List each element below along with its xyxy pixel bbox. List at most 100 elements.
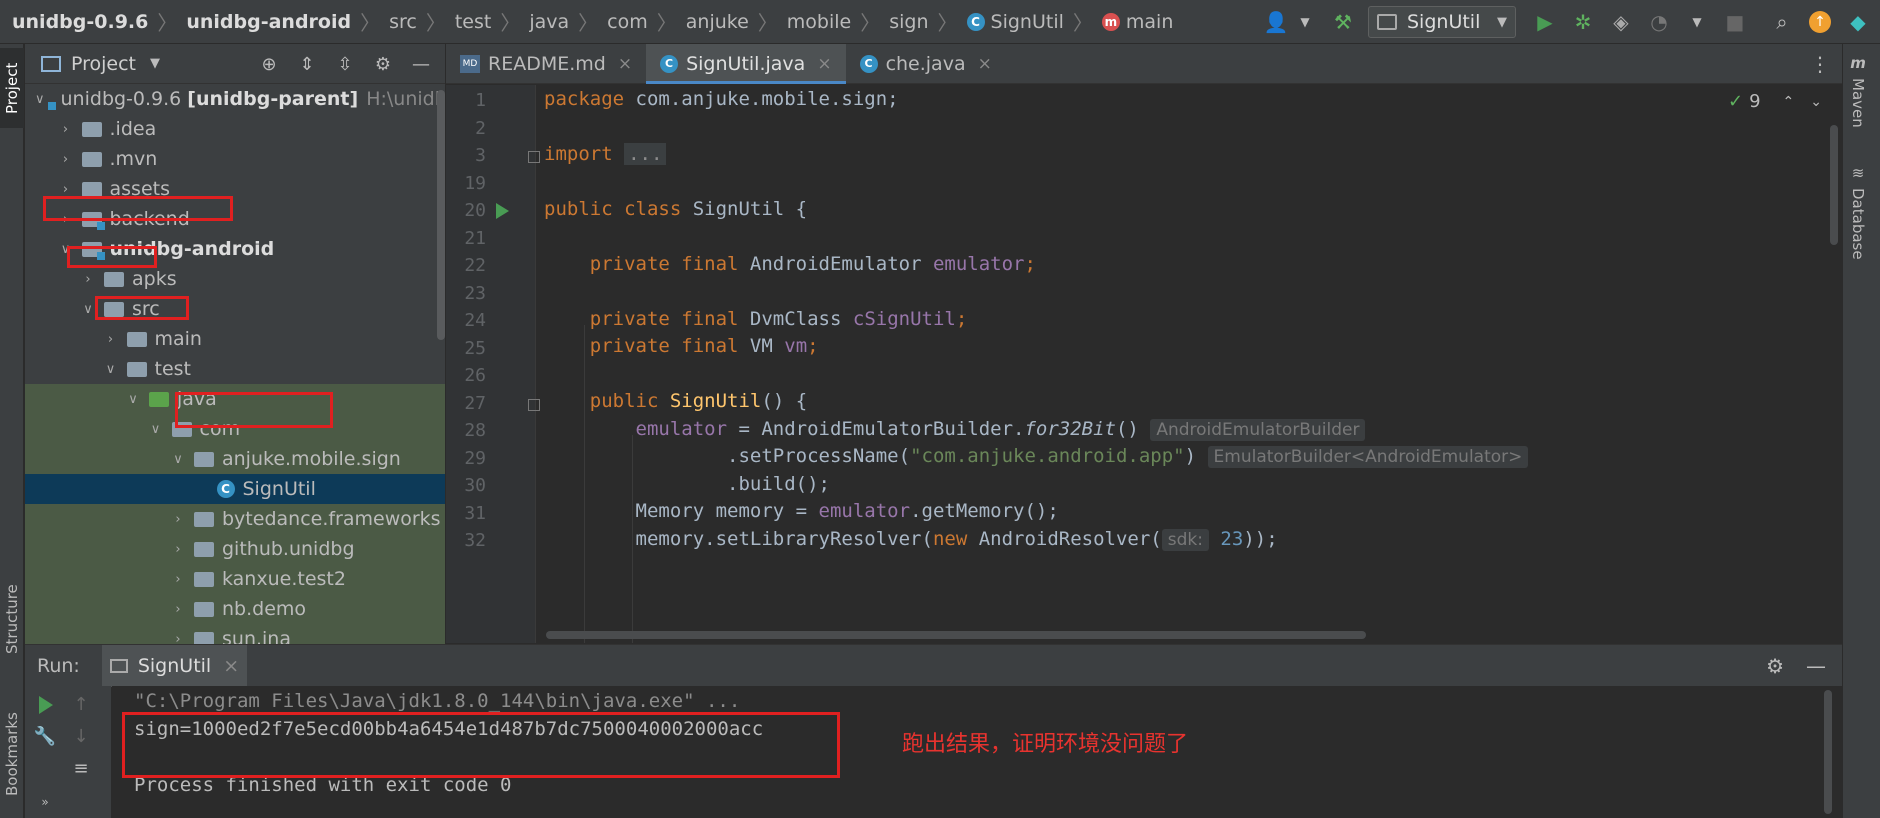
run-tab-signutil[interactable]: SignUtil × (101, 644, 248, 687)
chevron-right-icon[interactable]: › (58, 212, 74, 227)
breadcrumb-item[interactable]: com (607, 0, 648, 44)
tab-che[interactable]: C che.java × (846, 44, 1006, 84)
maven-tool-tab[interactable]: m Maven (1849, 54, 1867, 128)
chevron-down-icon[interactable]: ∨ (80, 302, 96, 317)
chevron-right-icon[interactable]: › (58, 152, 74, 167)
tree-item[interactable]: › .idea (25, 114, 445, 144)
chevron-right-icon[interactable]: › (103, 332, 119, 347)
breadcrumb-item[interactable]: C SignUtil (966, 0, 1064, 44)
chevron-right-icon[interactable]: › (170, 632, 186, 645)
stop-icon[interactable]: ■ (1721, 8, 1749, 36)
soft-wrap-icon[interactable]: ≡ (69, 756, 93, 780)
chevron-down-icon[interactable]: ∨ (125, 392, 141, 407)
breadcrumb-item[interactable]: test (455, 0, 492, 44)
chevron-right-icon[interactable]: › (170, 572, 186, 587)
wrench-icon[interactable]: 🔧 (33, 724, 57, 748)
tree-item[interactable]: ∨ com (25, 414, 445, 444)
editor-vertical-scrollbar[interactable] (1830, 125, 1838, 245)
run-configuration-select[interactable]: SignUtil ▼ (1368, 6, 1516, 38)
locate-icon[interactable]: ⊕ (257, 52, 281, 76)
chevron-down-icon[interactable]: ∨ (103, 362, 119, 377)
tab-signutil[interactable]: C SignUtil.java × (646, 44, 847, 84)
project-tool-tab[interactable]: Project (0, 48, 24, 128)
gear-icon[interactable]: ⚙ (1766, 654, 1784, 678)
collapse-all-icon[interactable]: ⇳ (333, 52, 357, 76)
profile-icon[interactable]: ◔ (1645, 8, 1673, 36)
breadcrumb-item[interactable]: src (389, 0, 417, 44)
database-tool-tab[interactable]: ≋ Database (1849, 164, 1867, 260)
tree-item[interactable]: › sun.jna (25, 624, 445, 644)
chevron-down-icon[interactable]: ∨ (35, 92, 45, 107)
run-console[interactable]: "C:\Program Files\Java\jdk1.8.0_144\bin\… (112, 686, 1832, 818)
tree-item[interactable]: › assets (25, 174, 445, 204)
tree-item[interactable]: ∨ test (25, 354, 445, 384)
chevron-down-icon[interactable]: ▼ (150, 56, 160, 71)
project-view-select[interactable]: Project (71, 53, 136, 75)
tree-item[interactable]: ∨ anjuke.mobile.sign (25, 444, 445, 474)
gear-icon[interactable]: ⚙ (371, 52, 395, 76)
minimize-icon[interactable]: — (1806, 654, 1826, 678)
chevron-right-icon[interactable]: › (58, 122, 74, 137)
build-hammer-icon[interactable]: ⚒ (1329, 8, 1357, 36)
bookmarks-tool-tab[interactable]: Bookmarks (0, 694, 24, 814)
more-icon[interactable]: » (33, 790, 57, 814)
editor-horizontal-scrollbar[interactable] (546, 631, 1366, 639)
tab-readme[interactable]: MD README.md × (446, 44, 646, 84)
chevron-right-icon[interactable]: › (80, 272, 96, 287)
tree-item[interactable]: C SignUtil (25, 474, 445, 504)
tree-item[interactable]: ∨ unidbg-0.9.6[unidbg-parent] H:\unidbg (25, 84, 445, 114)
expand-all-icon[interactable]: ⇕ (295, 52, 319, 76)
project-scrollbar[interactable] (437, 90, 445, 340)
code-editor[interactable]: 1 2 3 19 20 21 22 23 24 25 26 27 28 29 30 31 32 package … (446, 85, 1842, 643)
tree-item[interactable]: ∨ unidbg-android (25, 234, 445, 264)
chevron-right-icon[interactable]: › (170, 542, 186, 557)
tree-item[interactable]: › github.unidbg (25, 534, 445, 564)
chevron-down-icon[interactable]: ∨ (58, 242, 74, 257)
tree-item[interactable]: ∨ src (25, 294, 445, 324)
tree-item[interactable]: › kanxue.test2 (25, 564, 445, 594)
tree-item[interactable]: › apks (25, 264, 445, 294)
tree-item[interactable]: › backend (25, 204, 445, 234)
breadcrumb-item[interactable]: java (529, 0, 569, 44)
chevron-right-icon[interactable]: › (58, 182, 74, 197)
run-gutter-icon[interactable] (496, 203, 509, 219)
tree-item[interactable]: › bytedance.frameworks (25, 504, 445, 534)
fold-icon[interactable] (528, 151, 540, 163)
tree-item[interactable]: › nb.demo (25, 594, 445, 624)
chevron-down-icon[interactable]: ⌄ (1810, 94, 1822, 110)
close-icon[interactable]: × (223, 655, 239, 677)
coverage-icon[interactable]: ◈ (1607, 8, 1635, 36)
chevron-up-icon[interactable]: ⌃ (1783, 94, 1795, 110)
chevron-down-icon[interactable]: ∨ (170, 452, 186, 467)
breadcrumb-item[interactable]: anjuke (686, 0, 749, 44)
structure-tool-tab[interactable]: Structure (0, 564, 24, 674)
chevron-down-icon[interactable]: ∨ (148, 422, 164, 437)
tree-item[interactable]: ∨ java (25, 384, 445, 414)
breadcrumb-item[interactable]: sign (889, 0, 928, 44)
close-icon[interactable]: × (817, 54, 831, 74)
minimize-icon[interactable]: — (409, 52, 433, 76)
chevron-right-icon[interactable]: › (170, 512, 186, 527)
more-tabs-icon[interactable]: ⋮ (1810, 52, 1830, 76)
breadcrumb-item[interactable]: mobile (787, 0, 851, 44)
tree-item[interactable]: › .mvn (25, 144, 445, 174)
debug-icon[interactable]: ✲ (1569, 8, 1597, 36)
arrow-down-icon[interactable]: ↓ (69, 724, 93, 748)
breadcrumb-item[interactable]: m main (1101, 0, 1173, 44)
arrow-up-icon[interactable]: ↑ (69, 692, 93, 716)
breadcrumb-item[interactable]: unidbg-0.9.6 (12, 0, 148, 44)
chevron-down-icon[interactable]: ▼ (1291, 8, 1319, 36)
user-icon[interactable]: 👤 (1262, 8, 1290, 36)
tree-item[interactable]: › main (25, 324, 445, 354)
search-icon[interactable]: ⌕ (1768, 8, 1796, 36)
chevron-down-icon[interactable]: ▼ (1683, 8, 1711, 36)
close-icon[interactable]: × (978, 54, 992, 74)
folded-imports[interactable]: ... (624, 143, 667, 165)
console-scrollbar[interactable] (1824, 690, 1832, 814)
inspection-widget[interactable]: ✓ 9 ⌃ ⌄ (1728, 91, 1822, 112)
update-icon[interactable]: ↑ (1806, 8, 1834, 36)
rerun-icon[interactable] (39, 696, 53, 714)
fold-icon[interactable] (528, 398, 540, 411)
close-icon[interactable]: × (618, 54, 632, 74)
run-icon[interactable]: ▶ (1531, 8, 1559, 36)
